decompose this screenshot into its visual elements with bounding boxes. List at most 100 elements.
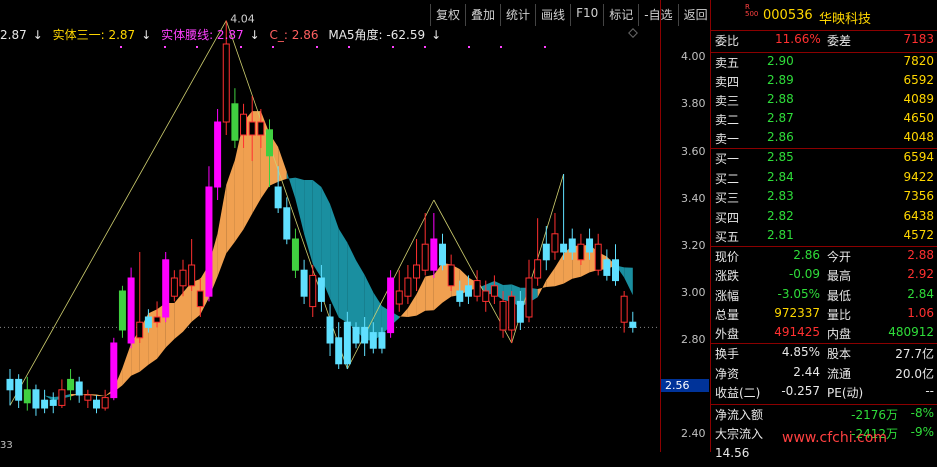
bid-label: 买四 bbox=[715, 210, 740, 225]
candle-body bbox=[101, 397, 109, 409]
ask-volume: 7820 bbox=[903, 54, 934, 68]
ma-band-segment bbox=[286, 171, 296, 199]
fundamental-row: 换手 4.85% 股本 27.7亿 bbox=[711, 345, 937, 366]
flow-value: -2176万 bbox=[851, 408, 898, 422]
bid-volume: 9422 bbox=[903, 169, 934, 184]
price-tick: 3.20 bbox=[681, 239, 706, 252]
stat-value: -3.05% bbox=[777, 286, 820, 301]
stat-label: 最低 bbox=[827, 288, 852, 303]
toolbar-mark-button[interactable]: 标记 bbox=[603, 4, 638, 26]
candle-body bbox=[153, 316, 161, 323]
fund-value: 4.85% bbox=[781, 345, 820, 359]
ma-band-segment bbox=[537, 280, 547, 298]
stat-label: 最高 bbox=[827, 269, 852, 284]
ma-band-segment bbox=[554, 253, 564, 287]
ma-band-segment bbox=[174, 292, 183, 339]
ma-band-segment bbox=[330, 204, 339, 318]
bid-volume: 4572 bbox=[903, 228, 934, 242]
kline-chart[interactable]: 4.04 bbox=[0, 0, 660, 452]
candle-body bbox=[32, 389, 40, 409]
quote-panel: R 500 000536 华映科技 委比 11.66% 委差 7183 卖五 2.… bbox=[710, 0, 937, 460]
candle-body bbox=[421, 243, 429, 271]
candle-body bbox=[439, 243, 446, 266]
signal-dot bbox=[164, 46, 166, 48]
ask-row: 卖三 2.88 4089 bbox=[711, 92, 937, 113]
stat-value: 2.88 bbox=[907, 248, 934, 262]
stat-row: 涨幅 -3.05% 最低 2.84 bbox=[711, 287, 937, 308]
candle-body bbox=[560, 243, 568, 253]
stat-value: 491425 bbox=[774, 325, 820, 340]
indicator-value-2: 实体三一: 2.87 bbox=[52, 28, 136, 42]
high-price-label: 4.04 bbox=[230, 13, 255, 26]
toolbar-draw-button[interactable]: 画线 bbox=[535, 4, 570, 26]
current-price-tag: 2.56 bbox=[661, 379, 709, 392]
stat-label: 涨跌 bbox=[715, 269, 740, 284]
signal-dot bbox=[500, 46, 502, 48]
fund-value: -- bbox=[925, 384, 934, 398]
toolbar-fuquan-button[interactable]: 复权 bbox=[430, 4, 465, 26]
ma-band-segment bbox=[312, 180, 322, 278]
candle-body bbox=[84, 394, 92, 401]
candle-body bbox=[67, 378, 75, 391]
candle-body bbox=[136, 321, 144, 339]
ask-row: 卖二 2.87 4650 bbox=[711, 111, 937, 132]
candle-body bbox=[594, 243, 602, 271]
flow-percent: -8% bbox=[910, 406, 934, 420]
toolbar-stats-button[interactable]: 统计 bbox=[500, 4, 535, 26]
candle-body bbox=[326, 316, 334, 344]
ma-band-segment bbox=[347, 242, 356, 330]
candle-body bbox=[214, 121, 222, 188]
indicator-value-4: C_: 2.86 bbox=[269, 28, 319, 42]
candle-body bbox=[551, 233, 559, 253]
ma-band-segment bbox=[122, 343, 132, 386]
stat-label: 现价 bbox=[715, 250, 740, 264]
weicha-label: 委差 bbox=[827, 34, 852, 48]
indicator-bar: 2.87 ↓ 实体三一: 2.87 ↓ 实体腰线: 2.87 ↓ C_: 2.86 M… bbox=[0, 28, 442, 42]
candle-body bbox=[23, 389, 31, 404]
signal-dot bbox=[240, 46, 242, 48]
bid-price: 2.81 bbox=[767, 228, 794, 242]
candle-body bbox=[577, 243, 585, 261]
stat-label: 外盘 bbox=[715, 327, 740, 342]
candle-body bbox=[343, 321, 351, 365]
price-tick: 3.00 bbox=[681, 286, 706, 299]
weicha-value: 7183 bbox=[903, 32, 934, 46]
bid-label: 买三 bbox=[715, 191, 740, 205]
bid-price: 2.83 bbox=[767, 189, 794, 203]
candle-body bbox=[612, 259, 619, 282]
ask-row: 卖五 2.90 7820 bbox=[711, 54, 937, 75]
indicator-value-1: 2.87 bbox=[0, 28, 27, 42]
ma-band-segment bbox=[304, 180, 313, 264]
candle-body bbox=[508, 295, 516, 331]
candle-body bbox=[283, 207, 291, 240]
candle-body bbox=[49, 399, 57, 406]
weibi-row: 委比 11.66% 委差 7183 bbox=[711, 32, 937, 53]
ask-label: 卖三 bbox=[715, 94, 740, 108]
ma-band-segment bbox=[399, 308, 408, 319]
flow-label: 大宗流入 bbox=[715, 427, 764, 441]
stat-value: 2.92 bbox=[907, 267, 934, 282]
stat-value: -0.09 bbox=[788, 267, 820, 282]
candle-body bbox=[516, 300, 524, 323]
ask-label: 卖二 bbox=[715, 113, 740, 127]
candle-body bbox=[118, 290, 126, 331]
bid-volume: 7356 bbox=[903, 189, 934, 203]
zigzag-line bbox=[9, 20, 227, 406]
candle-body bbox=[378, 332, 386, 349]
ma-band-segment bbox=[624, 267, 633, 296]
candle-body bbox=[144, 316, 152, 328]
ma-band-segment bbox=[217, 184, 227, 277]
ask-label: 卖四 bbox=[715, 75, 740, 89]
ask-volume: 4650 bbox=[903, 111, 934, 125]
stat-label: 涨幅 bbox=[715, 288, 740, 303]
toolbar-overlay-button[interactable]: 叠加 bbox=[465, 4, 500, 26]
left-edge-label: 33 bbox=[0, 440, 13, 451]
stat-value: 1.06 bbox=[907, 305, 934, 320]
candle-body bbox=[205, 186, 213, 297]
toolbar-f10-button[interactable]: F10 bbox=[570, 4, 603, 26]
signal-dot bbox=[316, 46, 318, 48]
candle-body bbox=[15, 378, 23, 401]
candle-body bbox=[361, 326, 369, 344]
ask-volume: 4089 bbox=[903, 92, 934, 106]
watermark: www.cfchi.com bbox=[782, 430, 887, 446]
